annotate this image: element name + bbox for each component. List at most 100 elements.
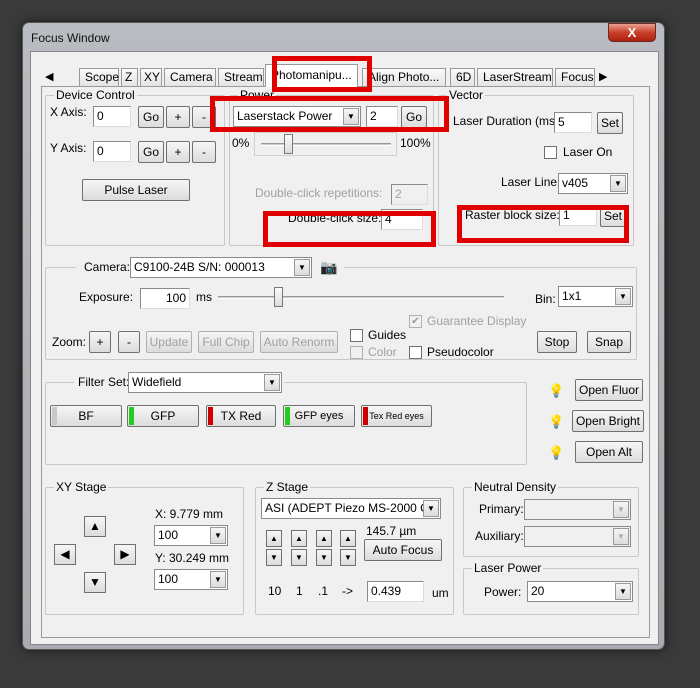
open-bright-button[interactable]: Open Bright	[572, 410, 644, 432]
power-source-select[interactable]: Laserstack Power ▼	[233, 106, 361, 127]
laser-duration-set-button[interactable]: Set	[597, 112, 623, 134]
power-slider-thumb[interactable]	[283, 134, 293, 154]
tab-focus[interactable]: Focus	[555, 68, 595, 86]
guides-checkbox[interactable]	[350, 329, 363, 342]
tab-z[interactable]: Z	[121, 68, 138, 86]
primary-select[interactable]: ▼	[524, 499, 631, 520]
tab-stream[interactable]: Stream	[218, 68, 264, 86]
snap-button[interactable]: Snap	[587, 331, 631, 353]
power-value-input[interactable]: 2	[366, 106, 398, 127]
filter-set-select[interactable]: Widefield ▼	[128, 372, 282, 393]
filter-txred-button[interactable]: TX Red	[206, 405, 276, 427]
update-button[interactable]: Update	[146, 331, 192, 353]
exposure-slider[interactable]	[216, 286, 506, 310]
tab-camera[interactable]: Camera	[164, 68, 216, 86]
xy-up-button[interactable]: ▲	[84, 516, 106, 537]
laser-power-group: Laser Power Power: 20 ▼	[463, 561, 639, 615]
filter-gfp-button[interactable]: GFP	[127, 405, 199, 427]
focus-window: Focus Window X ◀ Scope Z XY Camera Strea…	[22, 22, 665, 650]
exposure-input[interactable]: 100	[140, 288, 190, 309]
filter-set-label: Filter Set:	[78, 375, 130, 389]
y-go-button[interactable]: Go	[138, 141, 164, 163]
raster-block-size-input[interactable]: 1	[559, 205, 597, 226]
camera-value: C9100-24B S/N: 000013	[134, 260, 265, 274]
z-up-01-button[interactable]: ▲	[316, 530, 332, 547]
y-plus-button[interactable]: +	[166, 141, 190, 163]
tab-scroll-right-icon[interactable]: ▶	[599, 70, 607, 83]
close-button[interactable]: X	[608, 23, 656, 42]
zoom-in-button[interactable]: +	[89, 331, 111, 353]
open-fluor-button[interactable]: Open Fluor	[575, 379, 643, 401]
laser-power-select[interactable]: 20 ▼	[527, 581, 633, 602]
z-device-value: ASI (ADEPT Piezo MS-2000 Co	[265, 501, 436, 515]
laser-line-label: Laser Line	[501, 175, 558, 189]
double-click-repetitions-input[interactable]: 2	[391, 184, 428, 205]
camera-icon[interactable]: 📷	[320, 259, 337, 276]
double-click-size-input[interactable]: 4	[381, 209, 423, 230]
power-max-label: 100%	[400, 136, 431, 150]
power-go-button[interactable]: Go	[401, 106, 427, 128]
z-device-select[interactable]: ASI (ADEPT Piezo MS-2000 Co ▼	[261, 498, 441, 519]
y-step-select[interactable]: 100 ▼	[154, 569, 228, 590]
tab-align-photo[interactable]: Align Photo...	[362, 68, 446, 86]
filter-bf-button[interactable]: BF	[50, 405, 122, 427]
auto-renorm-button[interactable]: Auto Renorm	[260, 331, 338, 353]
laser-on-checkbox[interactable]	[544, 146, 557, 159]
tab-laserstream[interactable]: LaserStream	[477, 68, 553, 86]
z-up-1-button[interactable]: ▲	[291, 530, 307, 547]
bin-select[interactable]: 1x1 ▼	[558, 286, 633, 307]
x-minus-button[interactable]: -	[192, 106, 216, 128]
exposure-slider-track	[218, 296, 504, 299]
z-up-10-button[interactable]: ▲	[266, 530, 282, 547]
pulse-laser-button[interactable]: Pulse Laser	[82, 179, 190, 201]
x-go-button[interactable]: Go	[138, 106, 164, 128]
x-step-select[interactable]: 100 ▼	[154, 525, 228, 546]
full-chip-button[interactable]: Full Chip	[198, 331, 254, 353]
tab-photomanipulation[interactable]: Photomanipu...	[265, 64, 358, 87]
z-down-01-button[interactable]: ▼	[316, 549, 332, 566]
y-minus-button[interactable]: -	[192, 141, 216, 163]
laser-power-title: Laser Power	[472, 561, 544, 575]
guarantee-display-checkbox[interactable]: ✔	[409, 315, 422, 328]
x-axis-input[interactable]: 0	[93, 106, 131, 127]
z-step-label-01: .1	[318, 584, 329, 598]
laser-duration-input[interactable]: 5	[554, 112, 592, 133]
z-down-custom-button[interactable]: ▼	[340, 549, 356, 566]
xy-right-button[interactable]: ▶	[114, 544, 136, 565]
vector-title: Vector	[447, 88, 486, 102]
xy-left-button[interactable]: ◀	[54, 544, 76, 565]
camera-select[interactable]: C9100-24B S/N: 000013 ▼	[130, 257, 312, 278]
auto-focus-button[interactable]: Auto Focus	[364, 539, 442, 561]
stop-button[interactable]: Stop	[537, 331, 577, 353]
filter-gfp-eyes-button[interactable]: GFP eyes	[283, 405, 355, 427]
filter-gfp-label: GFP	[150, 409, 176, 423]
z-down-1-button[interactable]: ▼	[291, 549, 307, 566]
filter-texred-eyes-button[interactable]: Tex Red eyes	[361, 405, 432, 427]
z-step-label-1: 1	[296, 584, 303, 598]
x-plus-button[interactable]: +	[166, 106, 190, 128]
tab-scroll-left-icon[interactable]: ◀	[45, 70, 53, 83]
exposure-slider-thumb[interactable]	[274, 287, 283, 307]
filter-gfp-eyes-label: GFP eyes	[294, 410, 344, 422]
xy-down-button[interactable]: ▼	[84, 572, 106, 593]
raster-set-button[interactable]: Set	[600, 205, 626, 227]
exposure-unit: ms	[196, 290, 212, 304]
zoom-out-button[interactable]: -	[118, 331, 140, 353]
auxiliary-select[interactable]: ▼	[524, 526, 631, 547]
color-checkbox[interactable]	[350, 346, 363, 359]
z-step-input[interactable]: 0.439	[367, 581, 424, 602]
power-min-label: 0%	[232, 136, 250, 150]
z-position-readout: 145.7 µm	[366, 524, 417, 538]
laser-line-select[interactable]: v405 ▼	[558, 173, 628, 194]
open-alt-button[interactable]: Open Alt	[575, 441, 643, 463]
tab-6d[interactable]: 6D	[450, 68, 475, 86]
laser-duration-label: Laser Duration (ms)	[453, 114, 560, 128]
power-slider[interactable]	[254, 132, 397, 156]
y-axis-input[interactable]: 0	[93, 141, 131, 162]
tab-scope[interactable]: Scope	[79, 68, 119, 86]
filter-color-swatch	[363, 407, 368, 425]
z-down-10-button[interactable]: ▼	[266, 549, 282, 566]
tab-xy[interactable]: XY	[140, 68, 162, 86]
z-up-custom-button[interactable]: ▲	[340, 530, 356, 547]
pseudocolor-checkbox[interactable]	[409, 346, 422, 359]
